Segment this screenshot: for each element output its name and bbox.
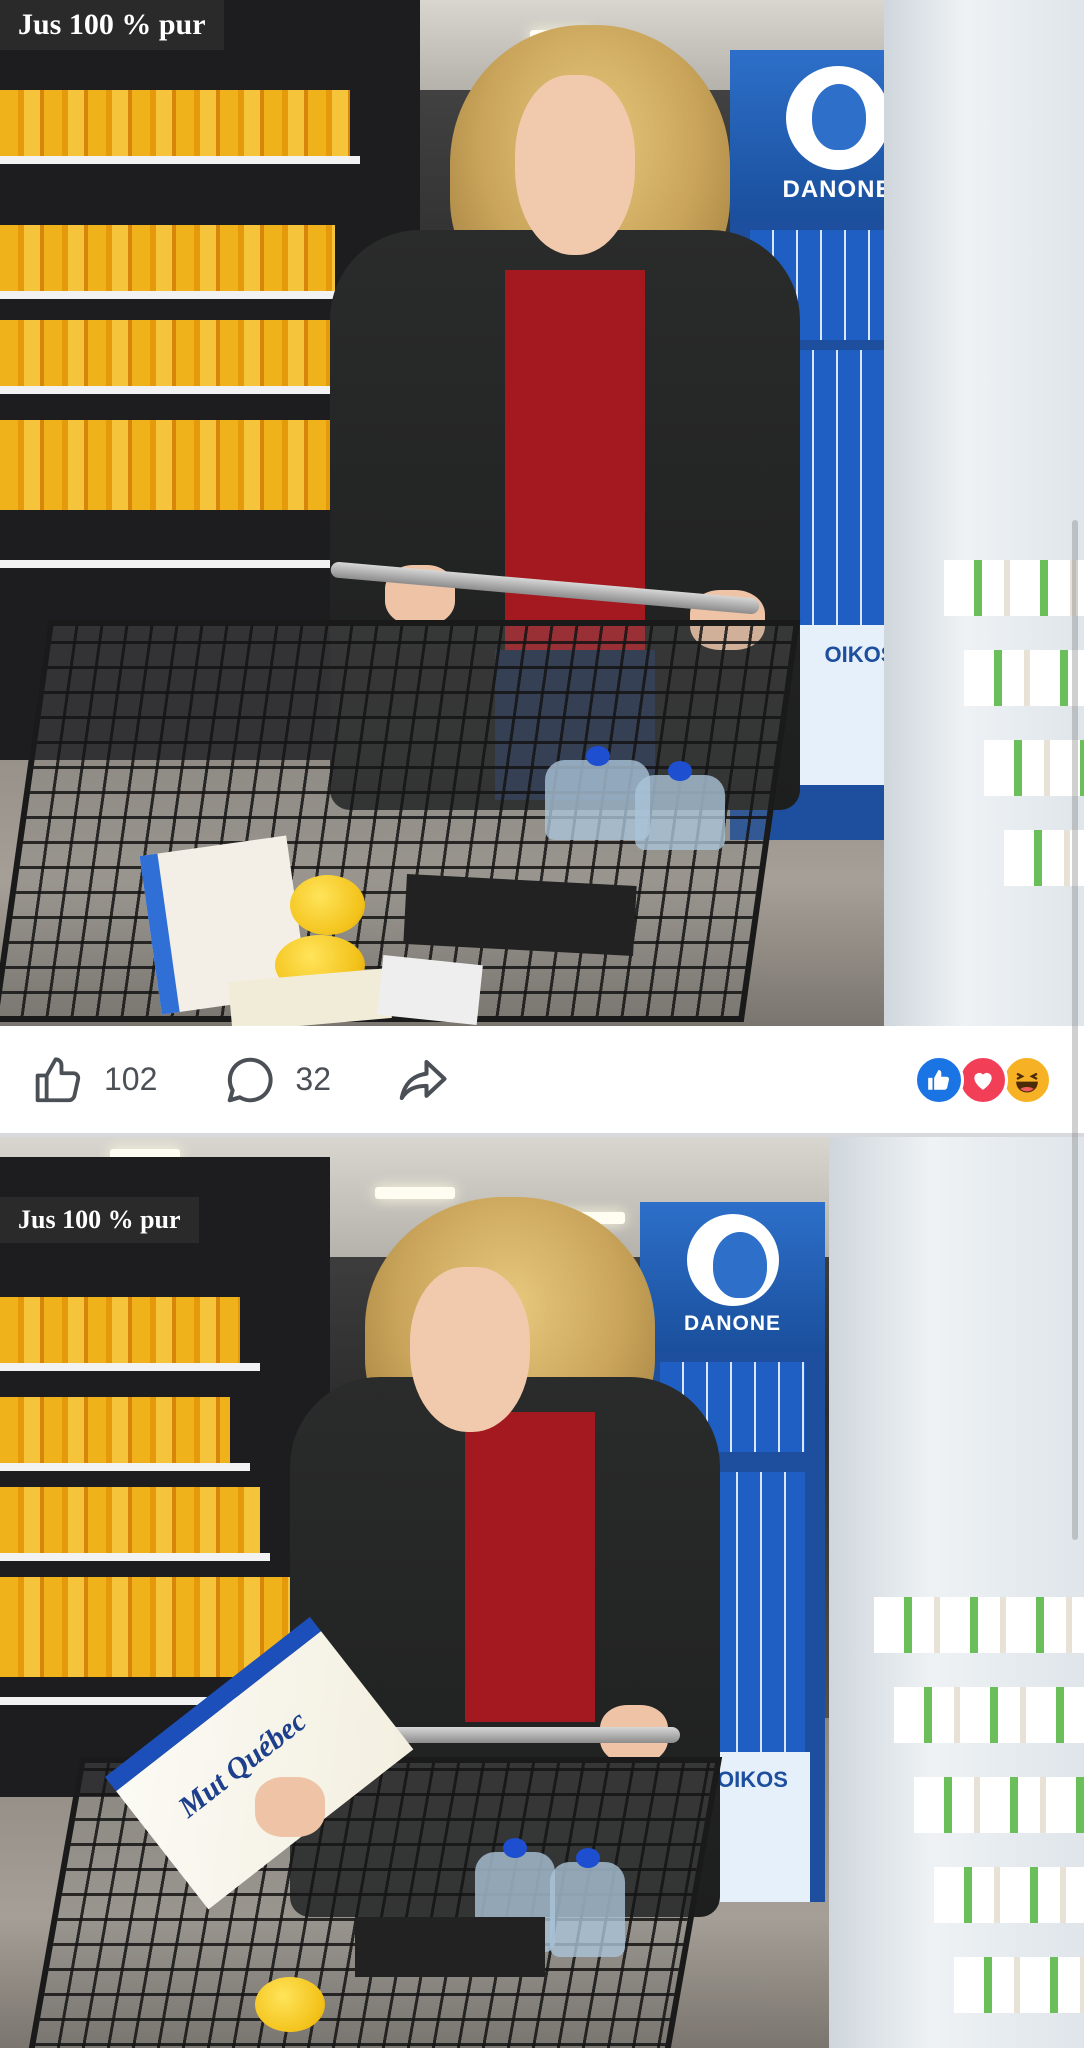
shelf-edge bbox=[0, 1553, 270, 1561]
yogurt-row bbox=[914, 1777, 1084, 1833]
shelf-edge bbox=[0, 386, 360, 394]
shelf-edge bbox=[0, 560, 360, 568]
snack-box bbox=[403, 874, 637, 956]
danone-logo bbox=[785, 66, 890, 170]
shelf-edge bbox=[0, 156, 360, 164]
danone-logo bbox=[686, 1214, 779, 1306]
juice-row bbox=[0, 1487, 260, 1553]
juice-row bbox=[0, 1297, 240, 1363]
dairy-fridge bbox=[884, 0, 1084, 1026]
shelf-edge bbox=[0, 1363, 260, 1371]
snack-box bbox=[355, 1917, 545, 1977]
comment-count: 32 bbox=[295, 1061, 331, 1097]
woman-face bbox=[515, 75, 635, 255]
thumbs-up-icon bbox=[32, 1053, 86, 1107]
comment-button[interactable]: 32 bbox=[223, 1050, 331, 1110]
juice-row bbox=[0, 320, 355, 386]
like-count: 102 bbox=[104, 1061, 158, 1097]
danone-brand: DANONE bbox=[683, 1312, 781, 1335]
juice-row bbox=[0, 90, 350, 156]
lemon bbox=[255, 1977, 325, 2032]
ceiling-light bbox=[375, 1187, 455, 1199]
like-button[interactable]: 102 bbox=[32, 1050, 157, 1110]
dairy-fridge bbox=[829, 1137, 1084, 2048]
lemon bbox=[290, 875, 365, 935]
shelf-edge bbox=[0, 1463, 250, 1471]
water-bottle bbox=[635, 761, 725, 850]
woman-shirt bbox=[465, 1412, 595, 1722]
yogurt-row bbox=[964, 650, 1084, 706]
love-reaction-icon bbox=[958, 1054, 1008, 1105]
woman-face bbox=[410, 1267, 530, 1432]
post-actions-bar: 102 32 bbox=[0, 1026, 1084, 1137]
reaction-summary[interactable] bbox=[914, 1050, 1052, 1110]
post-photo-bottom[interactable]: Jus 100 % pur DANONE OIKOS Mut Québec bbox=[0, 1137, 1084, 2048]
plastic-bag bbox=[377, 954, 483, 1026]
water-bottle bbox=[550, 1848, 625, 1957]
post-photo-top[interactable]: Jus 100 % pur DANONE 3 OIKOS bbox=[0, 0, 1084, 1026]
shelf-sign: Jus 100 % pur bbox=[0, 0, 224, 50]
yogurt-row bbox=[944, 560, 1084, 616]
like-reaction-icon bbox=[914, 1054, 964, 1105]
shelf-sign: Jus 100 % pur bbox=[0, 1197, 199, 1243]
shelf-edge bbox=[0, 291, 345, 299]
yogurt-row bbox=[874, 1597, 1084, 1653]
comment-bubble-icon bbox=[223, 1053, 277, 1107]
juice-row bbox=[0, 1397, 230, 1463]
yogurt-row bbox=[954, 1957, 1084, 2013]
yogurt-row bbox=[984, 740, 1084, 796]
juice-row bbox=[0, 420, 335, 510]
haha-reaction-icon bbox=[1002, 1054, 1052, 1105]
share-button[interactable] bbox=[393, 1050, 451, 1110]
share-arrow-icon bbox=[393, 1053, 451, 1107]
danone-header: DANONE bbox=[640, 1202, 825, 1352]
yogurt-row bbox=[894, 1687, 1084, 1743]
yogurt-row bbox=[934, 1867, 1084, 1923]
juice-row bbox=[0, 225, 335, 291]
woman-hand bbox=[255, 1777, 325, 1837]
page-scrollbar[interactable] bbox=[1072, 520, 1078, 1540]
